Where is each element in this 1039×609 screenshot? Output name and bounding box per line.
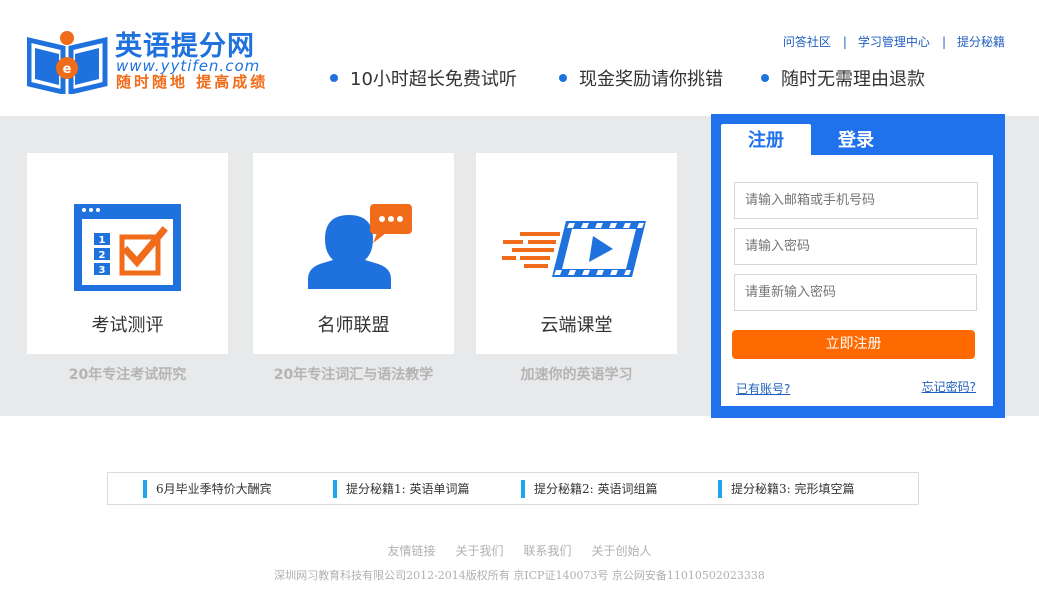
tab-register[interactable]: 注册 [721,124,811,158]
bullet-icon [330,74,338,82]
register-form: 立即注册 已有账号? 忘记密码? [721,155,993,406]
feature-item: 现金奖励请你挑错 [559,68,723,92]
card-cloud-class[interactable]: 云端课堂 [476,153,677,354]
news-bar: 6月毕业季特价大酬宾 提分秘籍1: 英语单词篇 提分秘籍2: 英语词组篇 提分秘… [107,472,919,505]
card-subtitle: 加速你的英语学习 [520,367,633,383]
exam-checklist-icon: 1 2 3 [74,204,181,291]
svg-text:e: e [63,62,72,77]
forgot-password-link[interactable]: 忘记密码? [922,378,976,395]
feature-item: 随时无需理由退款 [761,68,925,92]
feature-text: 10小时超长免费试听 [350,69,517,90]
svg-text:1: 1 [99,235,106,246]
svg-text:2: 2 [99,250,106,261]
bullet-icon [761,74,769,82]
link-tips[interactable]: 提分秘籍 [957,35,1005,49]
news-item[interactable]: 6月毕业季特价大酬宾 [143,480,272,498]
news-item[interactable]: 提分秘籍2: 英语词组篇 [521,480,658,498]
header: e 英语提分网 www.yytifen.com 随时随地 提高成绩 10小时超长… [0,0,1039,116]
footer-link-friends[interactable]: 友情链接 [387,544,435,558]
logo-book-icon: e [27,31,108,94]
card-title: 云端课堂 [540,315,613,336]
logo-slogan: 随时随地 提高成绩 [116,73,269,91]
link-learning-center[interactable]: 学习管理中心 [858,35,930,49]
email-phone-field[interactable] [734,182,978,219]
site-logo[interactable]: e 英语提分网 www.yytifen.com 随时随地 提高成绩 [27,30,307,96]
footer-link-contact[interactable]: 联系我们 [524,544,572,558]
link-qa-community[interactable]: 问答社区 [783,35,831,49]
card-title: 名师联盟 [317,315,390,336]
link-separator: | [941,35,946,49]
fast-video-icon [502,221,646,277]
svg-text:3: 3 [99,265,106,276]
teacher-chat-icon [308,204,412,289]
card-teachers[interactable]: 名师联盟 [253,153,454,354]
feature-text: 现金奖励请你挑错 [579,69,723,90]
register-panel: 注册 登录 立即注册 已有账号? 忘记密码? [711,114,1005,418]
card-subtitle: 20年专注考试研究 [68,367,187,383]
footer-link-founder[interactable]: 关于创始人 [592,544,652,558]
card-exam[interactable]: 1 2 3 考试测评 [27,153,228,354]
has-account-link[interactable]: 已有账号? [736,380,790,397]
footer-link-about[interactable]: 关于我们 [455,544,503,558]
link-separator: | [842,35,847,49]
news-item[interactable]: 提分秘籍3: 完形填空篇 [718,480,855,498]
confirm-password-field[interactable] [734,274,977,311]
copyright-text: 深圳网习教育科技有限公司2012-2014版权所有 京ICP证140073号 京… [274,569,765,582]
card-subtitle: 20年专注词汇与语法教学 [273,367,434,383]
footer-links: 友情链接 关于我们 联系我们 关于创始人 [0,542,1039,559]
tab-login[interactable]: 登录 [811,124,901,158]
register-submit-button[interactable]: 立即注册 [732,330,975,359]
feature-item: 10小时超长免费试听 [330,68,517,92]
card-title: 考试测评 [91,315,164,336]
password-field[interactable] [734,228,977,265]
bullet-icon [559,74,567,82]
news-item[interactable]: 提分秘籍1: 英语单词篇 [333,480,470,498]
top-links: 问答社区 | 学习管理中心 | 提分秘籍 [783,33,1005,50]
feature-text: 随时无需理由退款 [781,69,925,90]
